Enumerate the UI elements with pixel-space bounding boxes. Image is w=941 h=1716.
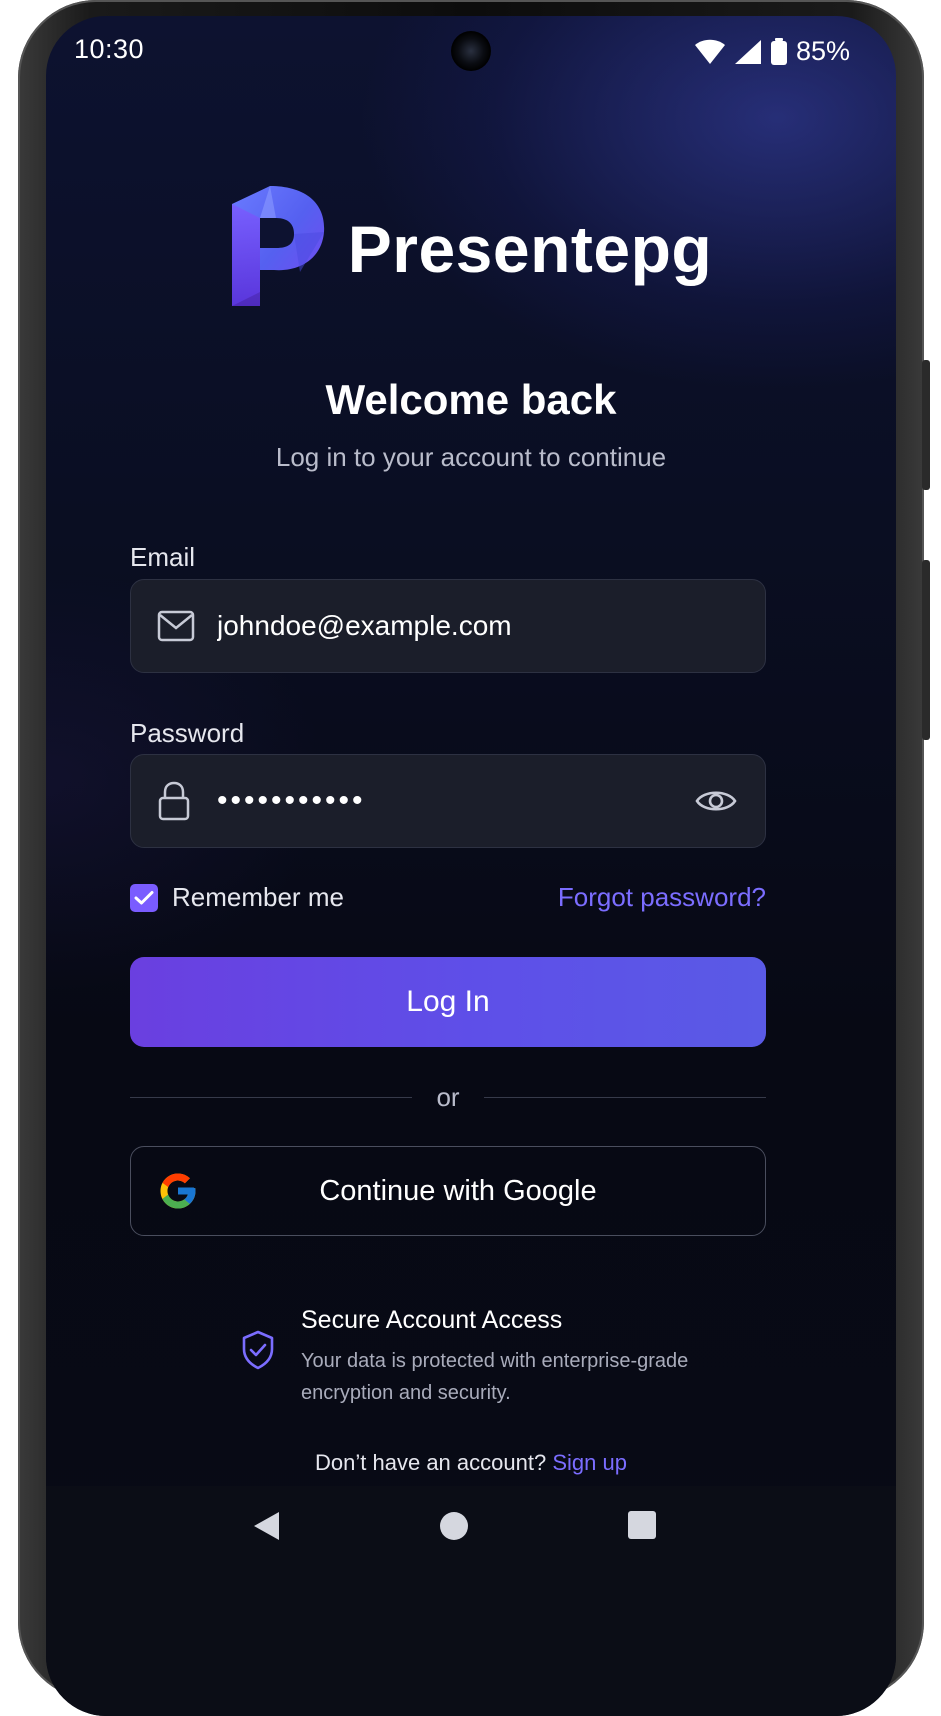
p-logo-icon [230,184,326,313]
volume-button [922,560,930,740]
navigation-bar [46,1486,896,1716]
email-label: Email [130,542,196,572]
signal-icon [734,39,762,65]
home-icon[interactable] [438,1510,470,1542]
google-signin-button[interactable]: Continue with Google [130,1146,766,1236]
email-input[interactable] [217,580,677,672]
password-field-container[interactable]: ••••••••••• [130,754,766,848]
lock-icon [157,781,191,821]
or-divider: or [130,1082,766,1112]
power-button [922,360,930,490]
divider-line-left [130,1096,413,1098]
remember-me-checkbox[interactable] [130,883,158,912]
google-icon [157,1170,199,1212]
email-field-container[interactable] [130,579,766,673]
envelope-icon [157,610,195,642]
divider-text: or [436,1081,460,1112]
status-icons: 85% [694,36,850,67]
security-text: Secure Account Access Your data is prote… [301,1306,721,1409]
screen: 10:30 85% Presentepg Welcome back Log in… [46,16,896,1716]
battery-level: 85% [795,36,850,66]
phone-frame: 10:30 85% Presentepg Welcome back Log in… [18,0,930,1716]
recents-icon[interactable] [627,1510,657,1540]
password-label: Password [130,718,245,748]
status-time: 10:30 [74,34,145,64]
page-subtitle: Log in to your account to continue [275,442,667,472]
security-title: Secure Account Access [301,1306,563,1334]
forgot-password-link[interactable]: Forgot password? [558,882,766,913]
wifi-icon [694,39,726,65]
front-camera [451,31,491,71]
brand-name: Presentepg [347,211,713,286]
signup-prompt: Don’t have an account? Sign up [46,1450,896,1476]
security-note: Secure Account Access Your data is prote… [241,1306,721,1409]
google-button-label: Continue with Google [319,1174,597,1207]
login-button[interactable]: Log In [130,957,766,1047]
signup-link[interactable]: Sign up [552,1450,627,1475]
security-description: Your data is protected with enterprise-g… [301,1350,689,1404]
signup-text: Don’t have an account? [315,1450,547,1475]
back-icon[interactable] [251,1510,281,1542]
page-title: Welcome back [325,376,617,423]
shield-check-icon [241,1330,275,1370]
check-icon [134,890,154,904]
remember-me-label: Remember me [172,882,344,912]
password-input[interactable]: ••••••••••• [217,784,366,818]
battery-icon [770,37,788,66]
eye-icon[interactable] [695,786,737,816]
divider-line-right [483,1096,766,1098]
remember-me[interactable]: Remember me [130,882,344,913]
brand-header: Presentepg [46,184,896,313]
